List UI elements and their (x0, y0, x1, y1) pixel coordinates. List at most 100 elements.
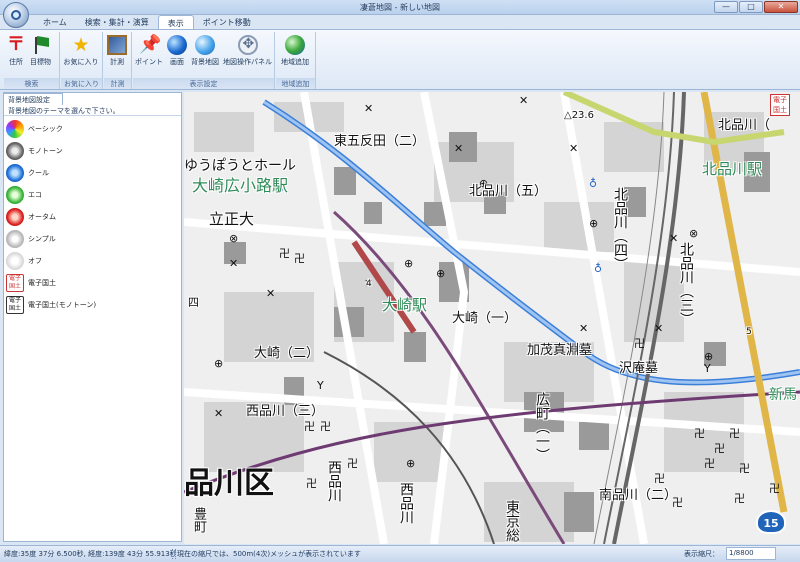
svg-text:⊕: ⊕ (704, 350, 713, 363)
map-label-shinba: 新馬 (769, 387, 797, 403)
svg-text:卍: 卍 (714, 442, 725, 455)
scale-label: 表示縮尺： (684, 550, 719, 558)
gsi-theme-icon: 電子国土 (6, 274, 24, 292)
theme-gsi[interactable]: 電子国土 電子国土 (6, 272, 176, 294)
title-bar: 凄蒼地図 - 新しい地図 — □ ✕ (0, 0, 800, 15)
autumn-theme-icon (6, 208, 24, 226)
svg-text:卍: 卍 (304, 420, 315, 433)
panel-tab-background-map[interactable]: 背景地図設定 (3, 93, 63, 105)
svg-text:♁: ♁ (589, 177, 597, 190)
svg-text:✕: ✕ (579, 322, 588, 335)
off-theme-icon (6, 252, 24, 270)
landmark-button[interactable]: 目標物 (28, 32, 53, 76)
map-label-osaki-2: 大崎（二） (254, 346, 320, 361)
ribbon-tabs: ホーム 検索・集計・演算 表示 ポイント移動 (34, 15, 260, 29)
postal-mark-icon: 〒 (7, 34, 25, 55)
close-button[interactable]: ✕ (764, 1, 798, 13)
svg-text:✕: ✕ (229, 257, 238, 270)
tab-search[interactable]: 検索・集計・演算 (76, 15, 158, 29)
map-label-kitashinagawa-3: 北品川（三） (678, 242, 694, 326)
status-bar: 緯度:35度 37分 6.500秒, 経度:139度 43分 55.913秒 現… (0, 545, 800, 562)
map-label-shi: 四 (188, 296, 199, 309)
map-label-hiromachi-1: 広町（一） (534, 392, 550, 462)
svg-text:卍: 卍 (306, 477, 317, 490)
theme-gsi-monotone[interactable]: 電子国土 電子国土(モノトーン) (6, 294, 176, 316)
svg-text:卍: 卍 (704, 457, 715, 470)
map-label-rissho-univ: 立正大 (209, 210, 255, 228)
point-button[interactable]: 📌 ポイント (133, 32, 165, 76)
screen-button[interactable]: 画面 (165, 32, 189, 76)
svg-text:✕: ✕ (519, 94, 528, 107)
minimize-button[interactable]: — (714, 1, 738, 13)
tab-view[interactable]: 表示 (157, 15, 194, 29)
svg-text:卍: 卍 (294, 252, 305, 265)
map-label-minamishinagawa-2: 南品川（二） (599, 488, 678, 503)
svg-text:✕: ✕ (569, 142, 578, 155)
scale-field[interactable]: 1/8800 (726, 547, 776, 560)
svg-text:✕: ✕ (266, 287, 275, 300)
ribbon: 〒 住所 目標物 検索 ★ お気に入り お気に入り 計測 計測 📌 ポイント 画… (0, 29, 800, 90)
svg-text:⊕: ⊕ (214, 357, 223, 370)
group-label-favorites: お気に入り (61, 78, 102, 89)
measure-icon (107, 35, 127, 55)
map-label-kitashinagawa-4: 北品川（四） (612, 187, 628, 271)
status-coordinates: 緯度:35度 37分 6.500秒, 経度:139度 43分 55.913秒 (4, 550, 177, 558)
map-label-nishishinagawa-b: 西品川 (398, 482, 414, 524)
svg-text:卍: 卍 (769, 482, 780, 495)
theme-simple[interactable]: シンプル (6, 228, 176, 250)
theme-basic[interactable]: ベーシック (6, 118, 176, 140)
svg-text:Y: Y (316, 379, 324, 392)
group-display-settings: 📌 ポイント 画面 背景地図 地図操作パネル 表示設定 (133, 32, 275, 89)
theme-list: ベーシック モノトーン クール エコ オータム シンプル オフ 電子国土 電子国土… (6, 118, 176, 316)
map-label-tokyo: 東京総 (504, 500, 520, 542)
maximize-button[interactable]: □ (739, 1, 763, 13)
group-favorites: ★ お気に入り お気に入り (61, 32, 103, 89)
route-shield: 15 (756, 510, 786, 534)
map-control-panel-button[interactable]: 地図操作パネル (221, 32, 274, 76)
measure-button[interactable]: 計測 (104, 32, 130, 76)
background-map-button[interactable]: 背景地図 (189, 32, 221, 76)
app-menu-button[interactable] (3, 2, 29, 28)
svg-text:卍: 卍 (279, 247, 290, 260)
svg-text:✕: ✕ (364, 102, 373, 115)
map-label-kitashinagawa-1: 北品川（ (718, 118, 771, 133)
svg-text:⊕: ⊕ (406, 457, 415, 470)
theme-cool[interactable]: クール (6, 162, 176, 184)
tab-home[interactable]: ホーム (34, 15, 76, 29)
star-icon: ★ (72, 34, 90, 56)
app-logo-icon (11, 10, 21, 20)
theme-eco[interactable]: エコ (6, 184, 176, 206)
svg-text:⊗: ⊗ (689, 227, 698, 240)
map-view[interactable]: ✕ ✕ ✕ ✕ ✕ ⊗ ⊗ ✕ ✕ ✕ 卍卍 ✕ ✕ ⊕ ✕ Y Y 卍卍卍 卍卍卍 卍卍卍 卍卍卍 … (184, 92, 800, 544)
svg-text:卍: 卍 (729, 427, 740, 440)
background-globe-icon (195, 35, 215, 55)
map-label-shinagawa-ward: 品川区 (184, 466, 274, 501)
map-label-toyomachi: 豊町 (191, 507, 206, 533)
gsi-stamp: 電子国土 (770, 94, 790, 116)
group-label-display-settings: 表示設定 (133, 78, 274, 89)
cool-theme-icon (6, 164, 24, 182)
address-button[interactable]: 〒 住所 (4, 32, 28, 76)
theme-monotone[interactable]: モノトーン (6, 140, 176, 162)
status-message: 現在の縮尺では、500m(4次)メッシュが表示されています (177, 550, 361, 558)
theme-off[interactable]: オフ (6, 250, 176, 272)
map-label-km4: 4 (366, 279, 372, 289)
map-label-osaki-station: 大崎駅 (382, 296, 428, 314)
svg-text:卍: 卍 (347, 457, 358, 470)
svg-text:⊗: ⊗ (229, 232, 238, 245)
svg-text:卍: 卍 (694, 427, 705, 440)
map-label-higashi-gotanda: 東五反田（二） (334, 134, 426, 149)
tab-point-move[interactable]: ポイント移動 (194, 15, 260, 29)
navigation-icon (237, 35, 258, 55)
svg-text:✕: ✕ (214, 407, 223, 420)
eco-theme-icon (6, 186, 24, 204)
theme-autumn[interactable]: オータム (6, 206, 176, 228)
add-region-button[interactable]: 地域追加 (276, 32, 314, 76)
map-label-nishishinagawa: 西品川 (326, 460, 342, 502)
status-grip-icon (172, 549, 176, 559)
favorites-button[interactable]: ★ お気に入り (61, 32, 101, 76)
svg-text:⊕: ⊕ (404, 257, 413, 270)
map-label-elevation: △23.6 (564, 110, 594, 121)
map-label-takuan: 沢庵墓 (619, 361, 659, 376)
svg-text:⊕: ⊕ (436, 267, 445, 280)
